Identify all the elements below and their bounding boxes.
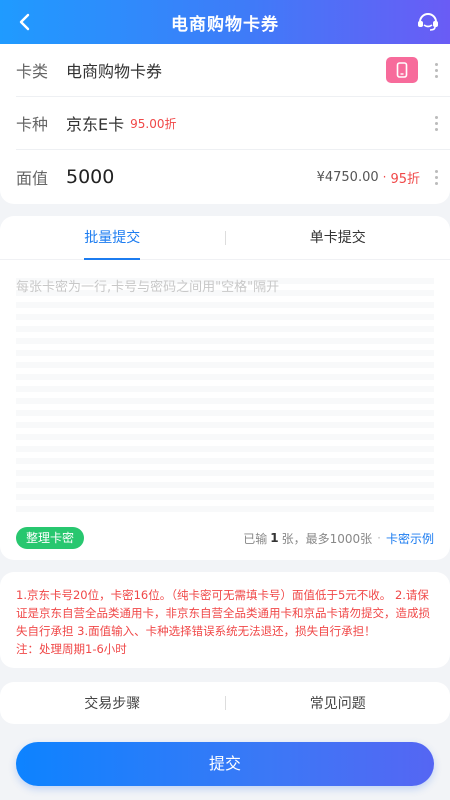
face-value-row[interactable]: 面值 5000 ¥4750.00 · 95折 xyxy=(16,150,442,204)
help-bar: 交易步骤 常见问题 xyxy=(0,682,450,724)
submit-button[interactable]: 提交 xyxy=(16,742,434,786)
card-category-value: 电商购物卡券 xyxy=(66,62,163,81)
back-arrow-icon[interactable] xyxy=(10,8,38,36)
notice-panel: 1.京东卡号20位，卡密16位。（纯卡密可无需填卡号）面值低于5元不收。 2.请… xyxy=(0,572,450,668)
card-count-info: 已输 1 张，最多1000张 · 卡密示例 xyxy=(243,530,434,547)
card-submit-panel: 批量提交 单卡提交 整理卡密 已输 1 张，最多1000张 · 卡密示例 xyxy=(0,216,450,560)
tab-batch-submit[interactable]: 批量提交 xyxy=(0,216,225,260)
customer-service-icon[interactable] xyxy=(414,8,442,36)
notice-note: 注：处理周期1-6小时 xyxy=(16,642,127,656)
count-prefix: 已输 xyxy=(243,531,268,546)
page-title: 电商购物卡券 xyxy=(171,14,279,35)
price-separator: · xyxy=(382,170,387,184)
card-type-label: 卡种 xyxy=(16,115,49,134)
card-secret-input[interactable] xyxy=(16,272,434,512)
more-icon[interactable] xyxy=(430,115,442,131)
more-icon[interactable] xyxy=(430,169,442,185)
recycle-price: ¥4750.00 xyxy=(316,169,379,185)
card-example-link[interactable]: 卡密示例 xyxy=(386,530,434,547)
tab-single-submit[interactable]: 单卡提交 xyxy=(226,216,450,260)
recycle-discount: 95折 xyxy=(390,171,420,187)
trade-steps-link[interactable]: 交易步骤 xyxy=(0,693,225,713)
count-separator: · xyxy=(377,531,381,545)
tidy-cards-button[interactable]: 整理卡密 xyxy=(16,527,85,549)
top-bar: 电商购物卡券 xyxy=(0,0,450,44)
card-category-label: 卡类 xyxy=(16,62,49,81)
card-type-discount: 95.00折 xyxy=(130,116,177,131)
card-type-value: 京东E卡 xyxy=(66,115,125,134)
card-info-panel: 卡类 电商购物卡券 卡种 京东E卡 95.00折 面值 5000 ¥4750.0… xyxy=(0,44,450,204)
input-footer: 整理卡密 已输 1 张，最多1000张 · 卡密示例 xyxy=(16,526,434,550)
face-value-input[interactable]: 5000 xyxy=(66,166,114,188)
phone-card-icon xyxy=(386,57,418,83)
faq-link[interactable]: 常见问题 xyxy=(226,693,450,713)
count-suffix: 张，最多1000张 xyxy=(281,531,373,546)
submit-tabs: 批量提交 单卡提交 xyxy=(0,216,450,260)
more-icon[interactable] xyxy=(430,62,442,78)
notice-text: 1.京东卡号20位，卡密16位。（纯卡密可无需填卡号）面值低于5元不收。 2.请… xyxy=(16,588,430,638)
face-value-label: 面值 xyxy=(16,169,49,188)
count-value: 1 xyxy=(270,531,279,545)
card-category-row[interactable]: 卡类 电商购物卡券 xyxy=(16,44,442,96)
card-type-row[interactable]: 卡种 京东E卡 95.00折 xyxy=(16,97,442,149)
